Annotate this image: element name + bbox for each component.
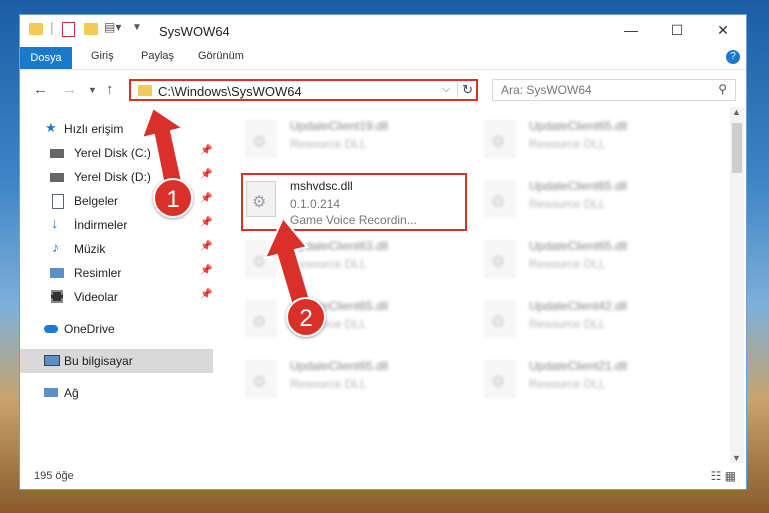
step-badge-1: 1 <box>153 178 193 218</box>
arrow-2 <box>263 216 312 307</box>
annotation-arrows <box>140 106 312 307</box>
step-badge-2: 2 <box>286 297 326 337</box>
